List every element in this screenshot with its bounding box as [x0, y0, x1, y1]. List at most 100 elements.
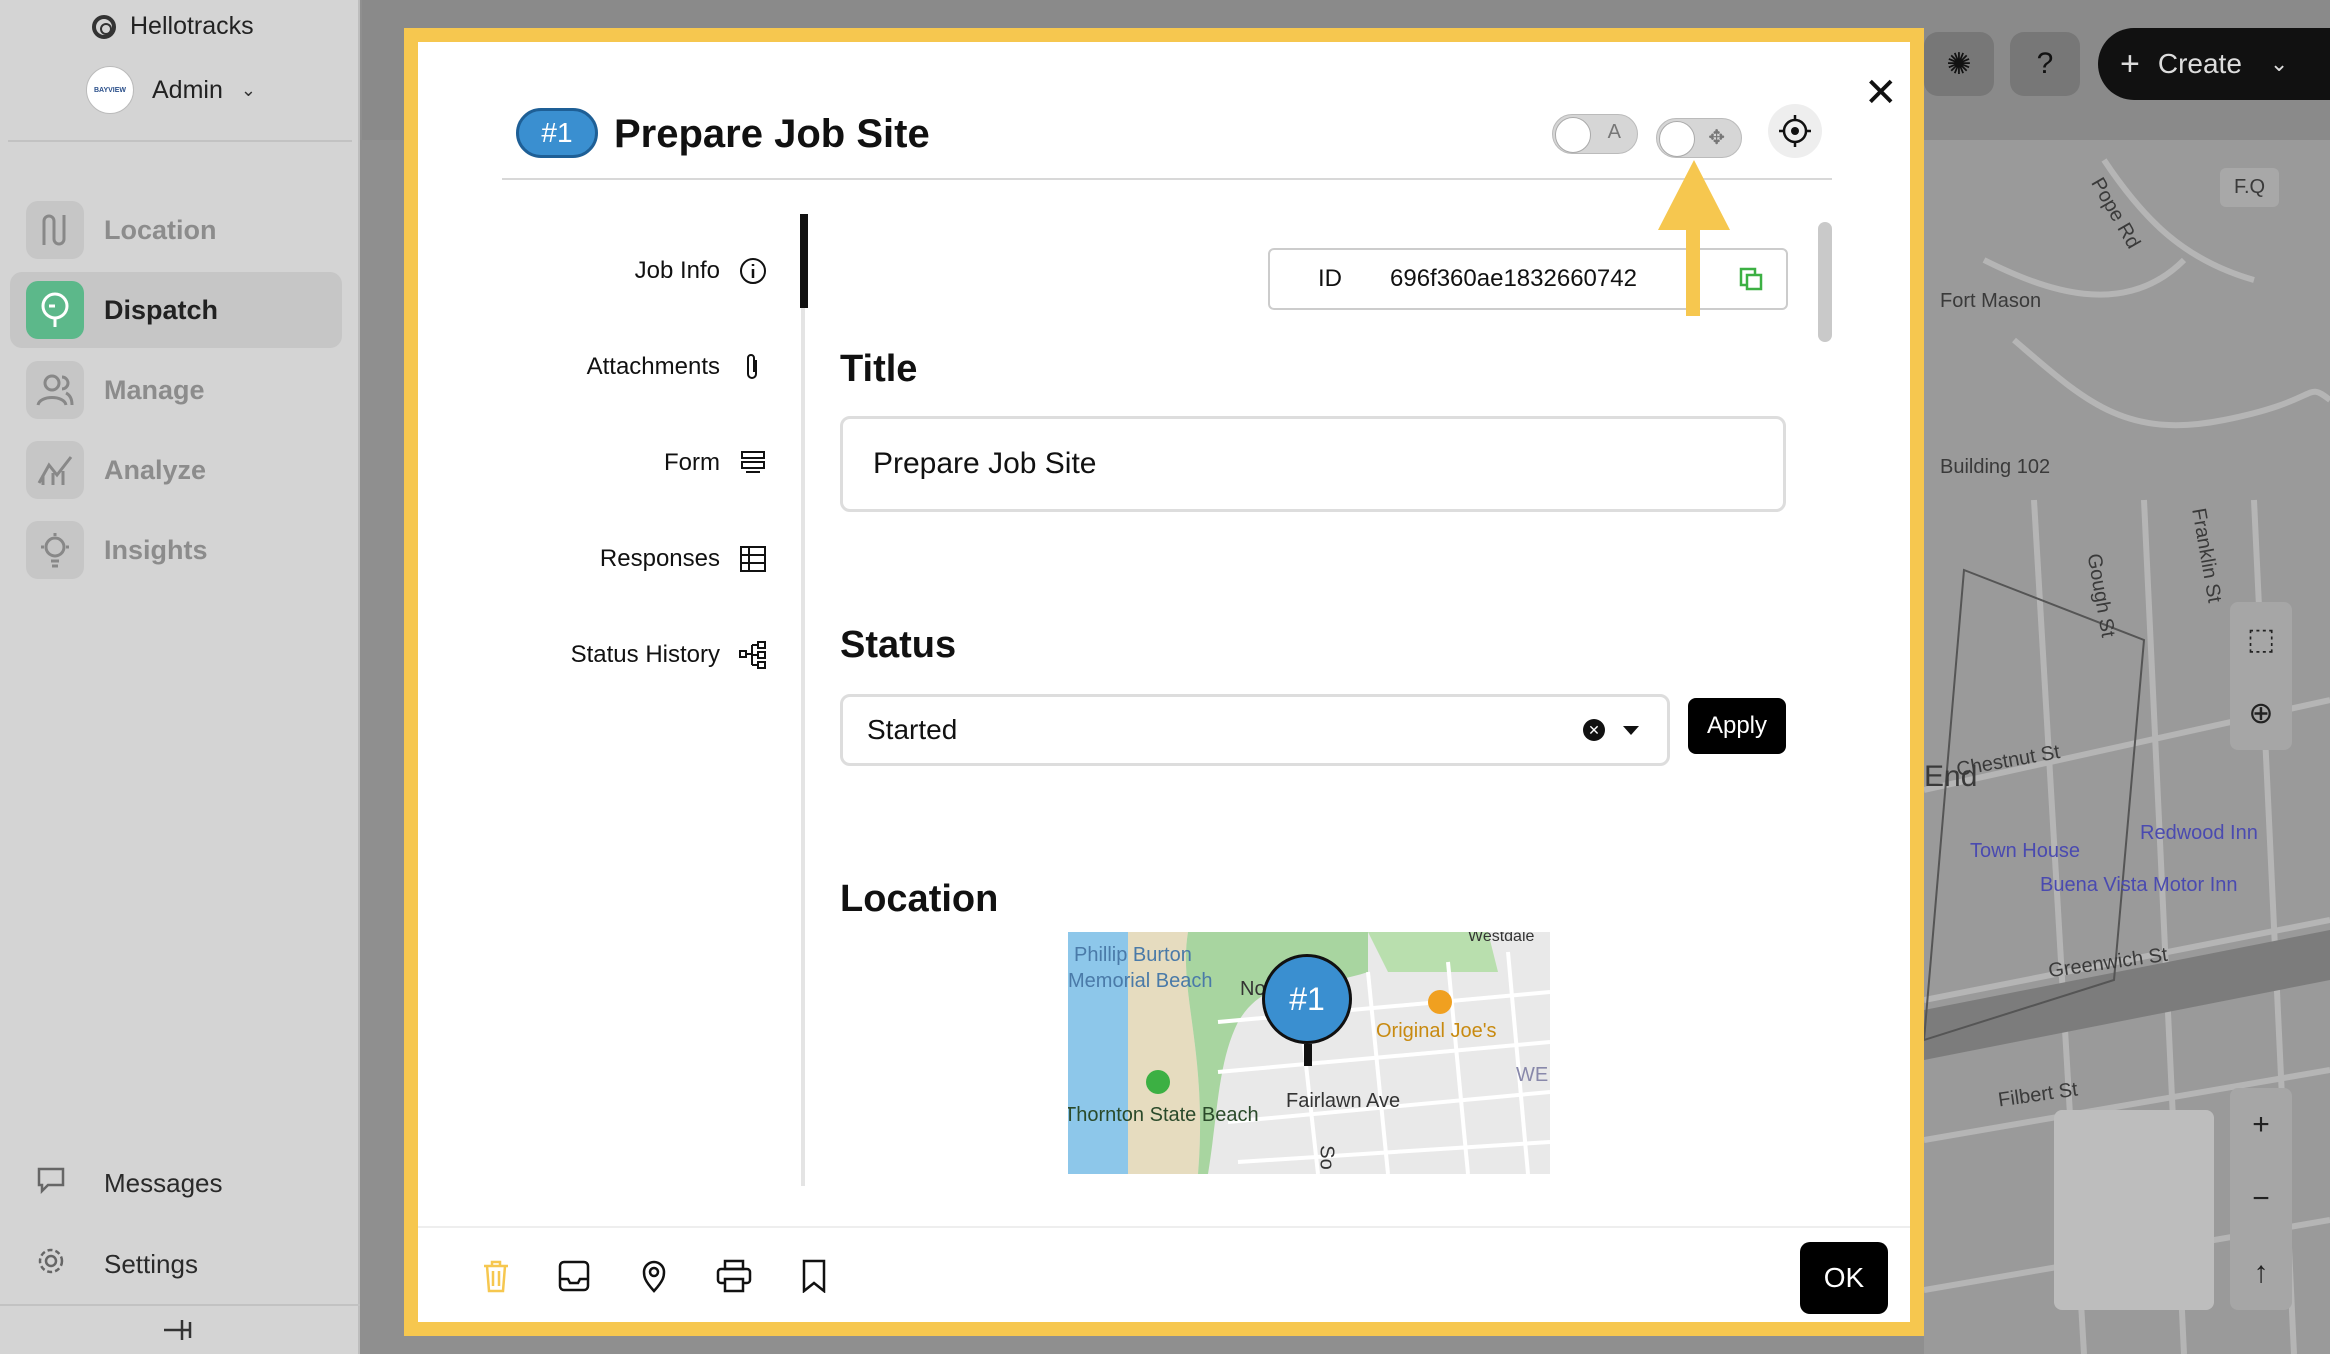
tab-active-indicator — [800, 214, 808, 308]
account-name: Admin — [152, 75, 223, 104]
route-icon — [26, 201, 84, 259]
ok-button[interactable]: OK — [1800, 1242, 1888, 1314]
flow-icon — [739, 641, 766, 669]
nav-messages[interactable]: Messages — [36, 1166, 223, 1201]
nav-label: Messages — [104, 1168, 223, 1198]
print-icon[interactable] — [714, 1256, 754, 1296]
chevron-down-icon: ⌄ — [240, 79, 256, 100]
crosshair-icon — [1779, 115, 1811, 147]
tab-label: Responses — [599, 545, 720, 572]
bookmark-icon[interactable] — [794, 1256, 834, 1296]
annotation-arrow-shaft — [1686, 200, 1700, 316]
zoom-in-icon[interactable]: + — [2252, 1088, 2270, 1162]
tab-responses[interactable]: Responses — [600, 544, 768, 574]
id-label: ID — [1318, 265, 1342, 292]
move-mode-toggle[interactable]: ✥ — [1656, 118, 1742, 158]
table-icon — [740, 546, 766, 572]
job-location-pin[interactable]: #1 — [1262, 954, 1352, 1044]
map-search-field[interactable]: F.Q — [2220, 168, 2280, 207]
ai-assistant-button[interactable]: ✺ — [1924, 32, 1994, 96]
pin-stem — [1304, 1044, 1312, 1066]
tab-label: Form — [664, 449, 720, 476]
tab-job-info[interactable]: Job Info — [635, 256, 768, 286]
location-heading: Location — [840, 878, 999, 920]
nav-label: Manage — [104, 374, 205, 405]
brand[interactable]: Hellotracks — [92, 12, 254, 41]
create-label: Create — [2157, 48, 2242, 79]
status-select[interactable]: Started ✕ — [840, 694, 1670, 766]
map-zoom-controls: + − ↑ — [2230, 1088, 2292, 1310]
map-label: Fort Mason — [1940, 290, 2042, 312]
title-heading: Title — [840, 348, 918, 390]
hellotracks-logo-icon — [92, 14, 116, 39]
caret-down-icon[interactable] — [1623, 725, 1639, 735]
location-pin-icon[interactable] — [634, 1256, 674, 1296]
apply-button[interactable]: Apply — [1688, 698, 1786, 754]
help-button[interactable]: ? — [2010, 32, 2080, 96]
add-point-icon[interactable]: ⊕ — [2248, 676, 2273, 750]
close-icon[interactable]: ✕ — [1864, 70, 1898, 116]
job-number-badge: #1 — [516, 108, 598, 158]
nav-label: Settings — [104, 1249, 198, 1279]
plus-icon: + — [2120, 44, 2140, 83]
account-switcher[interactable]: BAYVIEW Admin ⌄ — [86, 66, 256, 114]
sidebar-divider — [8, 140, 352, 142]
bulb-icon — [26, 521, 84, 579]
map-label: Fairlawn Ave — [1286, 1090, 1401, 1112]
users-icon — [26, 361, 84, 419]
trash-icon[interactable] — [476, 1256, 516, 1296]
location-map[interactable]: Phillip Burton Memorial Beach Original J… — [1068, 932, 1550, 1174]
nav-location[interactable]: Location — [10, 192, 342, 268]
north-arrow-icon[interactable]: ↑ — [2254, 1236, 2269, 1310]
pin-sidebar-icon[interactable] — [160, 1316, 196, 1351]
header-divider — [502, 178, 1832, 180]
map[interactable]: Fort Mason Building 102 Chestnut St End … — [1924, 140, 2330, 1354]
select-area-icon[interactable]: ⬚ — [2247, 602, 2275, 676]
brand-name: Hellotracks — [130, 12, 254, 40]
map-label: Buena Vista Motor Inn — [2040, 874, 2238, 896]
toggle-knob — [1659, 121, 1695, 157]
job-id-field: ID 696f360ae1832660742 — [1268, 248, 1788, 310]
avatar: BAYVIEW — [86, 66, 134, 114]
gear-icon — [36, 1246, 66, 1283]
toggle-knob — [1555, 117, 1591, 153]
nav-insights[interactable]: Insights — [10, 512, 342, 588]
chat-icon — [36, 1166, 66, 1201]
text-mode-toggle[interactable]: A — [1552, 114, 1638, 154]
status-value: Started — [867, 714, 958, 745]
nav-settings[interactable]: Settings — [36, 1246, 198, 1283]
job-title: Prepare Job Site — [614, 112, 930, 156]
nav-label: Insights — [104, 534, 208, 565]
tab-status-history[interactable]: Status History — [571, 640, 768, 670]
title-input[interactable] — [840, 416, 1786, 512]
nav-manage[interactable]: Manage — [10, 352, 342, 428]
nav-label: Location — [104, 214, 217, 245]
map-label: Memorial Beach — [1068, 970, 1213, 992]
map-label: So — [1315, 1145, 1338, 1170]
map-layers-panel[interactable] — [2054, 1110, 2214, 1310]
map-label: Original Joe's — [1376, 1020, 1497, 1042]
paperclip-icon — [747, 354, 757, 379]
info-icon — [740, 258, 766, 284]
map-label: Building 102 — [1940, 456, 2051, 478]
map-label: Westdale — [1468, 932, 1535, 945]
copy-icon[interactable] — [1716, 265, 1786, 293]
tab-rail — [801, 214, 805, 1186]
footer-divider — [418, 1226, 1910, 1228]
clear-icon[interactable]: ✕ — [1583, 719, 1605, 741]
nav-label: Dispatch — [104, 294, 219, 325]
tab-form[interactable]: Form — [664, 448, 768, 478]
map-label: Town House — [1970, 840, 2081, 862]
nav-analyze[interactable]: Analyze — [10, 432, 342, 508]
tab-attachments[interactable]: Attachments — [587, 352, 768, 382]
locate-button[interactable] — [1768, 104, 1822, 158]
scrollbar[interactable] — [1818, 222, 1832, 342]
tab-label: Job Info — [634, 257, 720, 284]
zoom-out-icon[interactable]: − — [2252, 1162, 2270, 1236]
map-label: Thornton State Beach — [1068, 1104, 1259, 1126]
inbox-icon[interactable] — [554, 1256, 594, 1296]
create-button[interactable]: + Create ⌄ — [2098, 28, 2330, 100]
tab-label: Status History — [570, 641, 720, 668]
map-label: Phillip Burton — [1074, 944, 1192, 966]
nav-dispatch[interactable]: Dispatch — [10, 272, 342, 348]
